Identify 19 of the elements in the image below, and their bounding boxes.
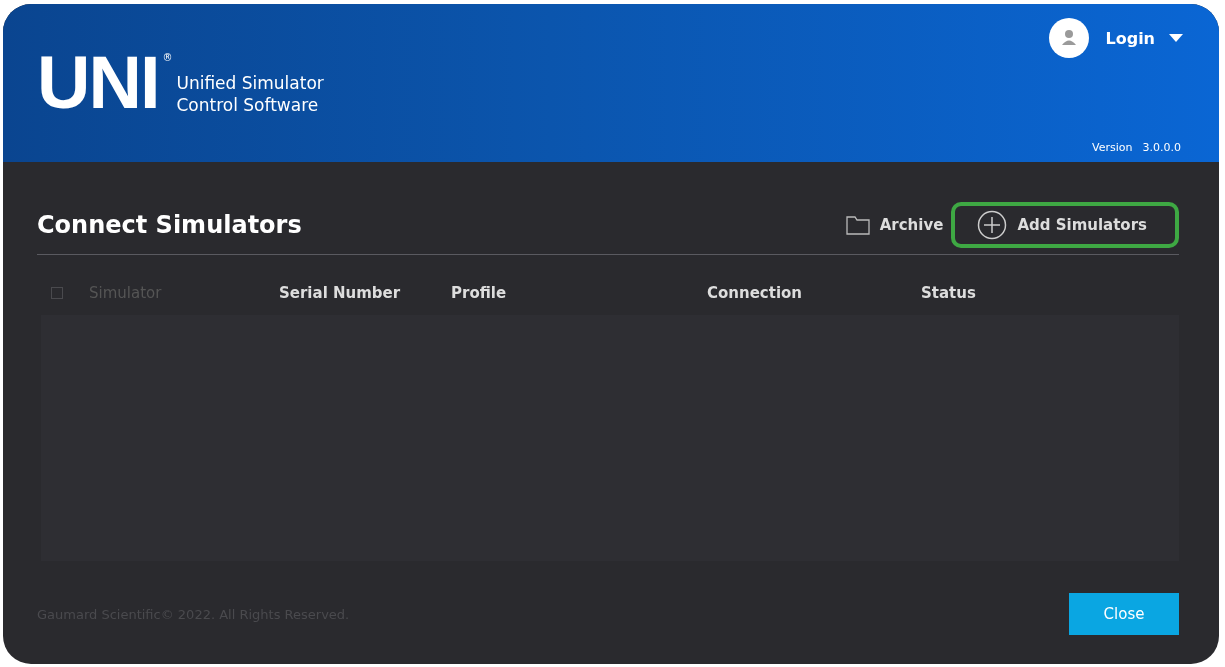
column-header: Profile xyxy=(451,284,508,302)
registered-mark: ® xyxy=(162,52,173,63)
login-button[interactable]: Login xyxy=(1049,18,1183,58)
product-name: Control Software xyxy=(176,94,320,116)
folder-icon xyxy=(845,215,870,235)
product-name: Unified Simulator xyxy=(176,72,324,94)
column-header: Connection xyxy=(707,284,804,302)
page-title: Connect Simulators xyxy=(37,211,302,239)
caret-icon xyxy=(1169,34,1183,42)
add-icon xyxy=(977,210,1008,240)
archive-button[interactable]: Archive xyxy=(845,215,944,235)
version-number: 3.0.0.0 xyxy=(1142,141,1181,154)
user-avatar-icon xyxy=(1049,18,1090,58)
column-header: Serial Number xyxy=(279,284,402,302)
add-simulators-button[interactable]: Add Simulators xyxy=(977,210,1147,240)
version-label: Version xyxy=(1092,141,1133,154)
column-header: Status xyxy=(921,284,977,302)
logo: UNI xyxy=(37,46,159,120)
select-all-checkbox[interactable] xyxy=(51,287,63,299)
